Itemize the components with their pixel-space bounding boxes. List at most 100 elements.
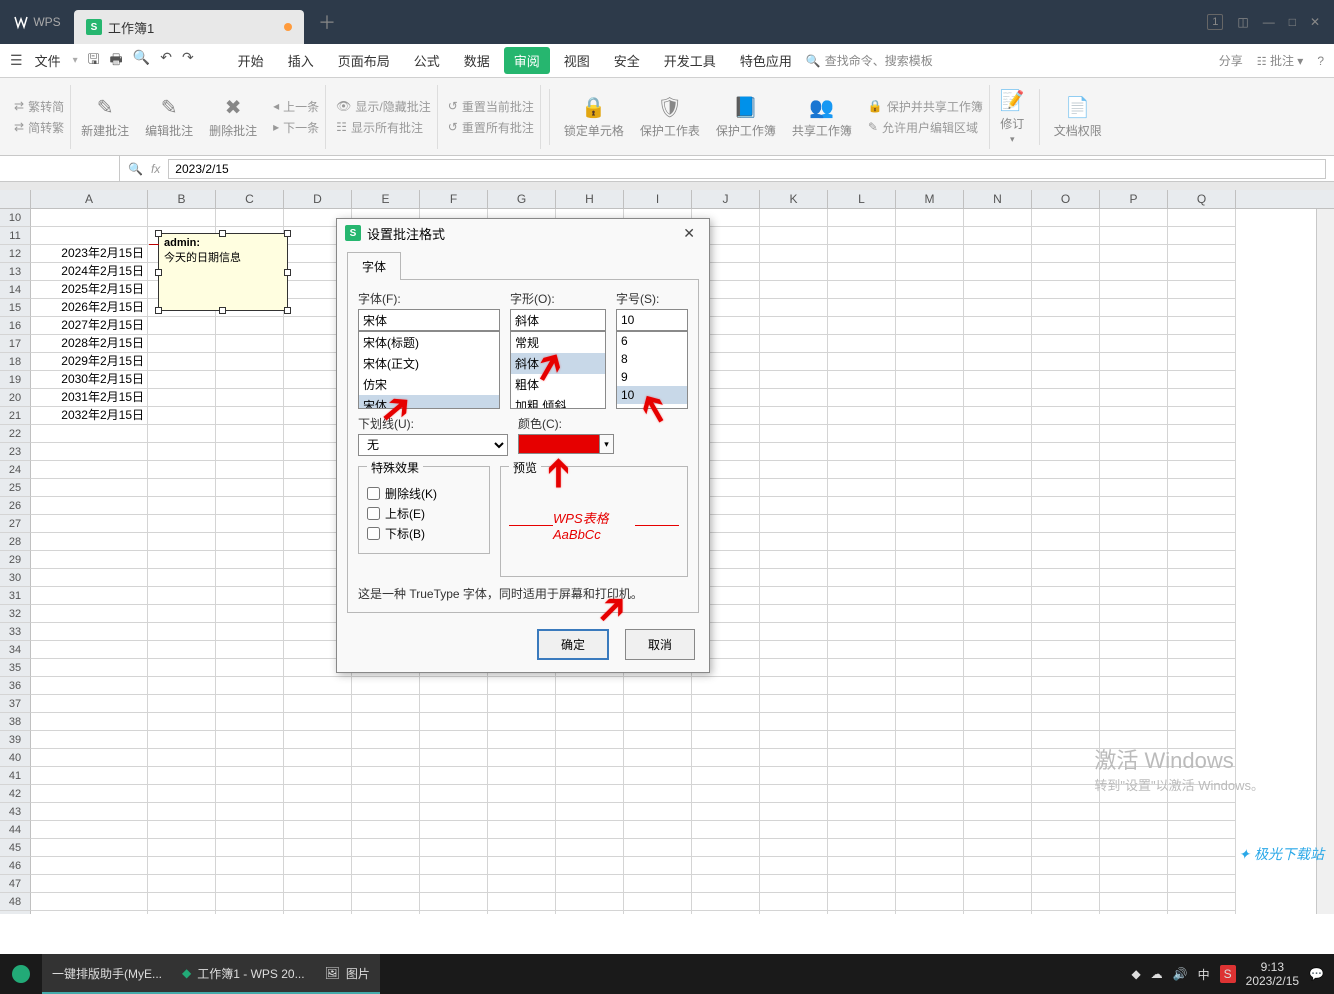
font-input[interactable] (358, 309, 500, 331)
cell[interactable] (828, 911, 896, 914)
list-item[interactable]: 粗体 (511, 374, 605, 395)
permissions-button[interactable]: 📄文档权限 (1048, 85, 1108, 149)
cell[interactable] (488, 767, 556, 785)
cell[interactable] (556, 821, 624, 839)
maximize-button[interactable]: □ (1289, 15, 1296, 29)
cell[interactable] (624, 767, 692, 785)
cell[interactable] (31, 893, 148, 911)
cell[interactable] (420, 821, 488, 839)
cell[interactable]: 2025年2月15日 (31, 281, 148, 299)
cell[interactable] (1168, 641, 1236, 659)
menu-tab-6[interactable]: 视图 (554, 47, 600, 74)
cell[interactable] (896, 443, 964, 461)
cell[interactable] (216, 713, 284, 731)
list-item[interactable]: 加粗 倾斜 (511, 395, 605, 409)
cell[interactable] (828, 767, 896, 785)
cell[interactable] (1032, 371, 1100, 389)
cell[interactable] (760, 461, 828, 479)
cell[interactable] (420, 839, 488, 857)
cell[interactable] (216, 371, 284, 389)
cell[interactable] (964, 245, 1032, 263)
cell[interactable] (216, 587, 284, 605)
cell[interactable] (216, 857, 284, 875)
cell[interactable] (896, 857, 964, 875)
next-comment-button[interactable]: ▸下一条 (273, 119, 319, 136)
cell[interactable] (216, 209, 284, 227)
cell[interactable] (1032, 479, 1100, 497)
cell[interactable] (964, 875, 1032, 893)
column-header[interactable]: M (896, 190, 964, 208)
cell[interactable] (148, 857, 216, 875)
cell[interactable] (964, 731, 1032, 749)
cell[interactable] (896, 299, 964, 317)
cell[interactable] (488, 731, 556, 749)
cell[interactable] (624, 857, 692, 875)
cell[interactable] (692, 911, 760, 914)
cell[interactable] (828, 281, 896, 299)
cell[interactable] (828, 479, 896, 497)
cell[interactable] (31, 623, 148, 641)
cell[interactable] (216, 749, 284, 767)
cell[interactable] (964, 839, 1032, 857)
row-header[interactable]: 13 (0, 263, 31, 281)
cell[interactable] (31, 695, 148, 713)
cell[interactable] (352, 911, 420, 914)
cell[interactable] (1100, 911, 1168, 914)
cell[interactable] (692, 713, 760, 731)
row-header[interactable]: 16 (0, 317, 31, 335)
color-dropdown[interactable]: ▾ (600, 434, 614, 454)
cell[interactable] (1168, 839, 1236, 857)
cell[interactable] (1032, 569, 1100, 587)
cell[interactable] (828, 389, 896, 407)
cell[interactable] (1168, 911, 1236, 914)
cell[interactable] (216, 839, 284, 857)
share-book-button[interactable]: 👥共享工作簿 (786, 85, 858, 149)
cell[interactable] (216, 677, 284, 695)
cell[interactable] (420, 677, 488, 695)
cell[interactable] (352, 821, 420, 839)
cell[interactable] (828, 713, 896, 731)
cell[interactable] (31, 767, 148, 785)
cell[interactable] (1168, 317, 1236, 335)
cell[interactable] (1032, 335, 1100, 353)
cell[interactable] (31, 803, 148, 821)
column-header[interactable]: N (964, 190, 1032, 208)
cell[interactable] (760, 911, 828, 914)
cell[interactable] (556, 695, 624, 713)
row-header[interactable]: 41 (0, 767, 31, 785)
cell[interactable] (1100, 209, 1168, 227)
list-item[interactable]: 仿宋 (359, 374, 499, 395)
cell[interactable] (31, 587, 148, 605)
row-header[interactable]: 46 (0, 857, 31, 875)
cell[interactable] (216, 623, 284, 641)
row-header[interactable]: 32 (0, 605, 31, 623)
cell[interactable] (148, 785, 216, 803)
cell[interactable] (1168, 209, 1236, 227)
cell[interactable] (31, 749, 148, 767)
cell[interactable] (1168, 587, 1236, 605)
column-header[interactable]: L (828, 190, 896, 208)
cell[interactable] (148, 605, 216, 623)
cell[interactable] (896, 641, 964, 659)
cell[interactable] (760, 857, 828, 875)
subscript-checkbox[interactable]: 下标(B) (367, 525, 481, 542)
cell[interactable] (31, 911, 148, 914)
column-header[interactable]: J (692, 190, 760, 208)
cell[interactable] (692, 785, 760, 803)
cell[interactable] (420, 893, 488, 911)
cell[interactable]: 2029年2月15日 (31, 353, 148, 371)
cell[interactable] (964, 623, 1032, 641)
cell[interactable] (828, 317, 896, 335)
cell[interactable] (624, 875, 692, 893)
cell[interactable] (896, 317, 964, 335)
tray-icon[interactable]: 🔊 (1173, 967, 1188, 981)
cell[interactable] (284, 911, 352, 914)
cell[interactable] (828, 407, 896, 425)
cell[interactable] (1032, 281, 1100, 299)
cell[interactable] (216, 641, 284, 659)
cell[interactable] (828, 443, 896, 461)
cell[interactable] (896, 479, 964, 497)
windows-taskbar[interactable]: 一键排版助手(MyE... ◆工作簿1 - WPS 20... 🖼图片 ◆ ☁ … (0, 954, 1334, 994)
cell[interactable] (760, 299, 828, 317)
cell[interactable] (896, 785, 964, 803)
